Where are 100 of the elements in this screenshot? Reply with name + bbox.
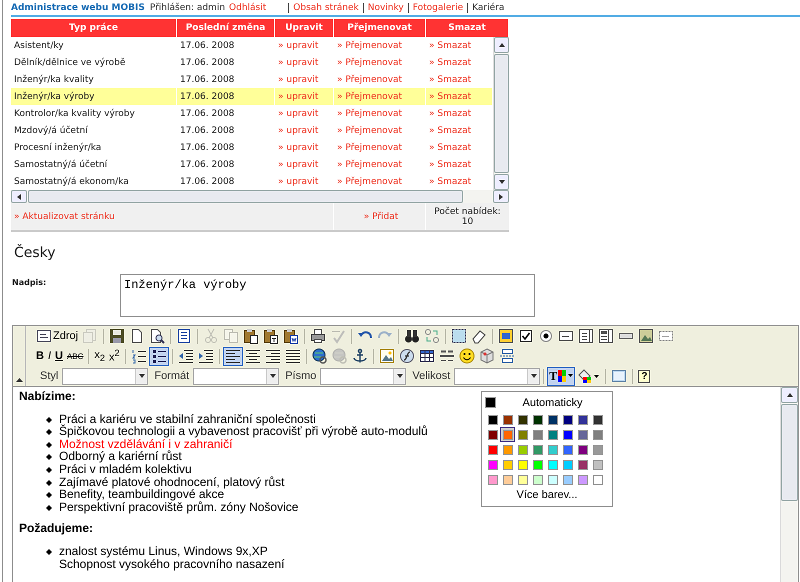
color-swatch[interactable] (532, 430, 542, 440)
title-field[interactable]: Inženýr/ka výroby (120, 274, 535, 317)
toolbar-button[interactable] (222, 346, 243, 366)
color-swatch[interactable] (592, 430, 602, 440)
toolbar-button[interactable] (148, 346, 169, 366)
menu-item[interactable]: Automaticky (496, 396, 609, 408)
dropdown-field[interactable] (62, 368, 148, 384)
color-swatch[interactable] (518, 430, 528, 440)
scissors-icon (203, 328, 220, 344)
clipboard-text-icon (263, 328, 280, 344)
color-swatch[interactable] (502, 430, 512, 440)
toolbar-button[interactable]: x$^{2}$ (107, 346, 122, 366)
table-cell: Dělník/dělnice ve výrobě (11, 54, 177, 71)
toolbar-button[interactable]: U (53, 346, 65, 366)
edit-link[interactable]: » upravit (275, 37, 334, 54)
edit-link[interactable]: » upravit (275, 139, 334, 156)
bullet-icon (46, 504, 52, 511)
rename-link[interactable]: » Přejmenovat (334, 122, 426, 139)
color-swatch[interactable] (532, 460, 542, 470)
table-row[interactable]: Inženýr/ka výroby 17.06. 2008 » upravit » Přejmenovat » Smazat (11, 88, 493, 105)
color-swatch[interactable] (488, 444, 498, 454)
color-swatch[interactable] (532, 444, 542, 454)
edit-link[interactable]: » upravit (275, 54, 334, 71)
color-swatch[interactable] (578, 474, 588, 484)
rename-link[interactable]: » Přejmenovat (334, 156, 426, 173)
toolbar-button[interactable]: B (34, 346, 46, 366)
document-icon (176, 328, 192, 344)
color-swatch[interactable] (592, 444, 602, 454)
dropdown-field[interactable] (320, 368, 406, 384)
color-swatch[interactable] (562, 460, 572, 470)
color-swatch[interactable] (592, 414, 602, 424)
nav-link[interactable]: Obsah stránek (288, 2, 363, 12)
rename-link[interactable]: » Přejmenovat (334, 105, 426, 122)
color-swatch[interactable] (488, 460, 498, 470)
bullet-icon (46, 416, 52, 423)
edit-link[interactable]: » upravit (275, 105, 334, 122)
color-swatch[interactable] (532, 414, 542, 424)
rename-link[interactable]: » Přejmenovat (334, 88, 426, 105)
hidden-field-icon (658, 328, 674, 344)
color-swatch[interactable] (488, 430, 498, 440)
color-swatch[interactable] (518, 474, 528, 484)
color-swatch[interactable] (502, 460, 512, 470)
color-swatch[interactable] (518, 444, 528, 454)
refresh-link[interactable]: » Aktualizovat stránku (14, 212, 115, 222)
toolbar-button[interactable]: T (547, 366, 576, 386)
edit-link[interactable]: » upravit (275, 156, 334, 173)
color-swatch[interactable] (592, 474, 602, 484)
table-cell: Inženýr/ka výroby (11, 88, 177, 105)
color-swatch[interactable] (548, 474, 558, 484)
logout-link[interactable]: Odhlásit (229, 2, 266, 12)
color-swatch[interactable] (502, 444, 512, 454)
add-link[interactable]: » Přidat (364, 212, 398, 222)
toolbar-button[interactable]: ABC (64, 346, 86, 366)
color-swatch[interactable] (548, 444, 558, 454)
color-swatch[interactable] (562, 474, 572, 484)
dropdown-label: Velikost (412, 370, 450, 382)
color-swatch[interactable] (562, 444, 572, 454)
anchor-icon (352, 348, 368, 364)
more-colors-item[interactable]: Více barev... (485, 489, 609, 503)
color-swatch[interactable] (548, 414, 558, 424)
color-swatch[interactable] (532, 474, 542, 484)
color-swatch[interactable] (518, 460, 528, 470)
color-swatch[interactable] (485, 397, 496, 408)
toolbar-button[interactable]: x$_{2}$ (92, 346, 108, 366)
dropdown-field[interactable] (193, 368, 280, 384)
nav-link[interactable]: Kariéra (467, 2, 508, 12)
toolbar-button[interactable]: Zdroj (34, 326, 80, 346)
dropdown-field[interactable] (454, 368, 540, 384)
vertical-scrollbar[interactable] (780, 387, 798, 582)
rename-link[interactable]: » Přejmenovat (334, 37, 426, 54)
color-swatch[interactable] (548, 430, 558, 440)
toolbar-button[interactable]: I (46, 346, 54, 366)
color-swatch[interactable] (502, 474, 512, 484)
horizontal-scrollbar[interactable] (11, 190, 509, 203)
globe-link-icon (312, 348, 328, 364)
list-item-text: Zajímavé platové ohodnocení, platový růst (59, 476, 284, 488)
color-swatch[interactable] (488, 474, 498, 484)
count-label: Počet nabídek: (434, 206, 501, 216)
edit-link[interactable]: » upravit (275, 122, 334, 139)
color-swatch[interactable] (562, 414, 572, 424)
outdent-icon (178, 348, 194, 364)
edit-link[interactable]: » upravit (275, 88, 334, 105)
nav-link[interactable]: Novinky (362, 2, 408, 12)
color-swatch[interactable] (488, 414, 498, 424)
table-cell: 17.06. 2008 (177, 139, 275, 156)
color-swatch[interactable] (592, 460, 602, 470)
color-swatch[interactable] (578, 460, 588, 470)
vertical-scrollbar[interactable] (493, 37, 509, 190)
toolbar-button[interactable] (456, 346, 477, 366)
rename-link[interactable]: » Přejmenovat (334, 139, 426, 156)
nav-link[interactable]: Fotogalerie (408, 2, 468, 12)
color-swatch[interactable] (578, 430, 588, 440)
color-swatch[interactable] (562, 430, 572, 440)
color-swatch[interactable] (578, 414, 588, 424)
color-swatch[interactable] (518, 414, 528, 424)
rename-link[interactable]: » Přejmenovat (334, 54, 426, 71)
column-header: Přejmenovat (334, 19, 426, 37)
color-swatch[interactable] (502, 414, 512, 424)
color-swatch[interactable] (578, 444, 588, 454)
color-swatch[interactable] (548, 460, 558, 470)
